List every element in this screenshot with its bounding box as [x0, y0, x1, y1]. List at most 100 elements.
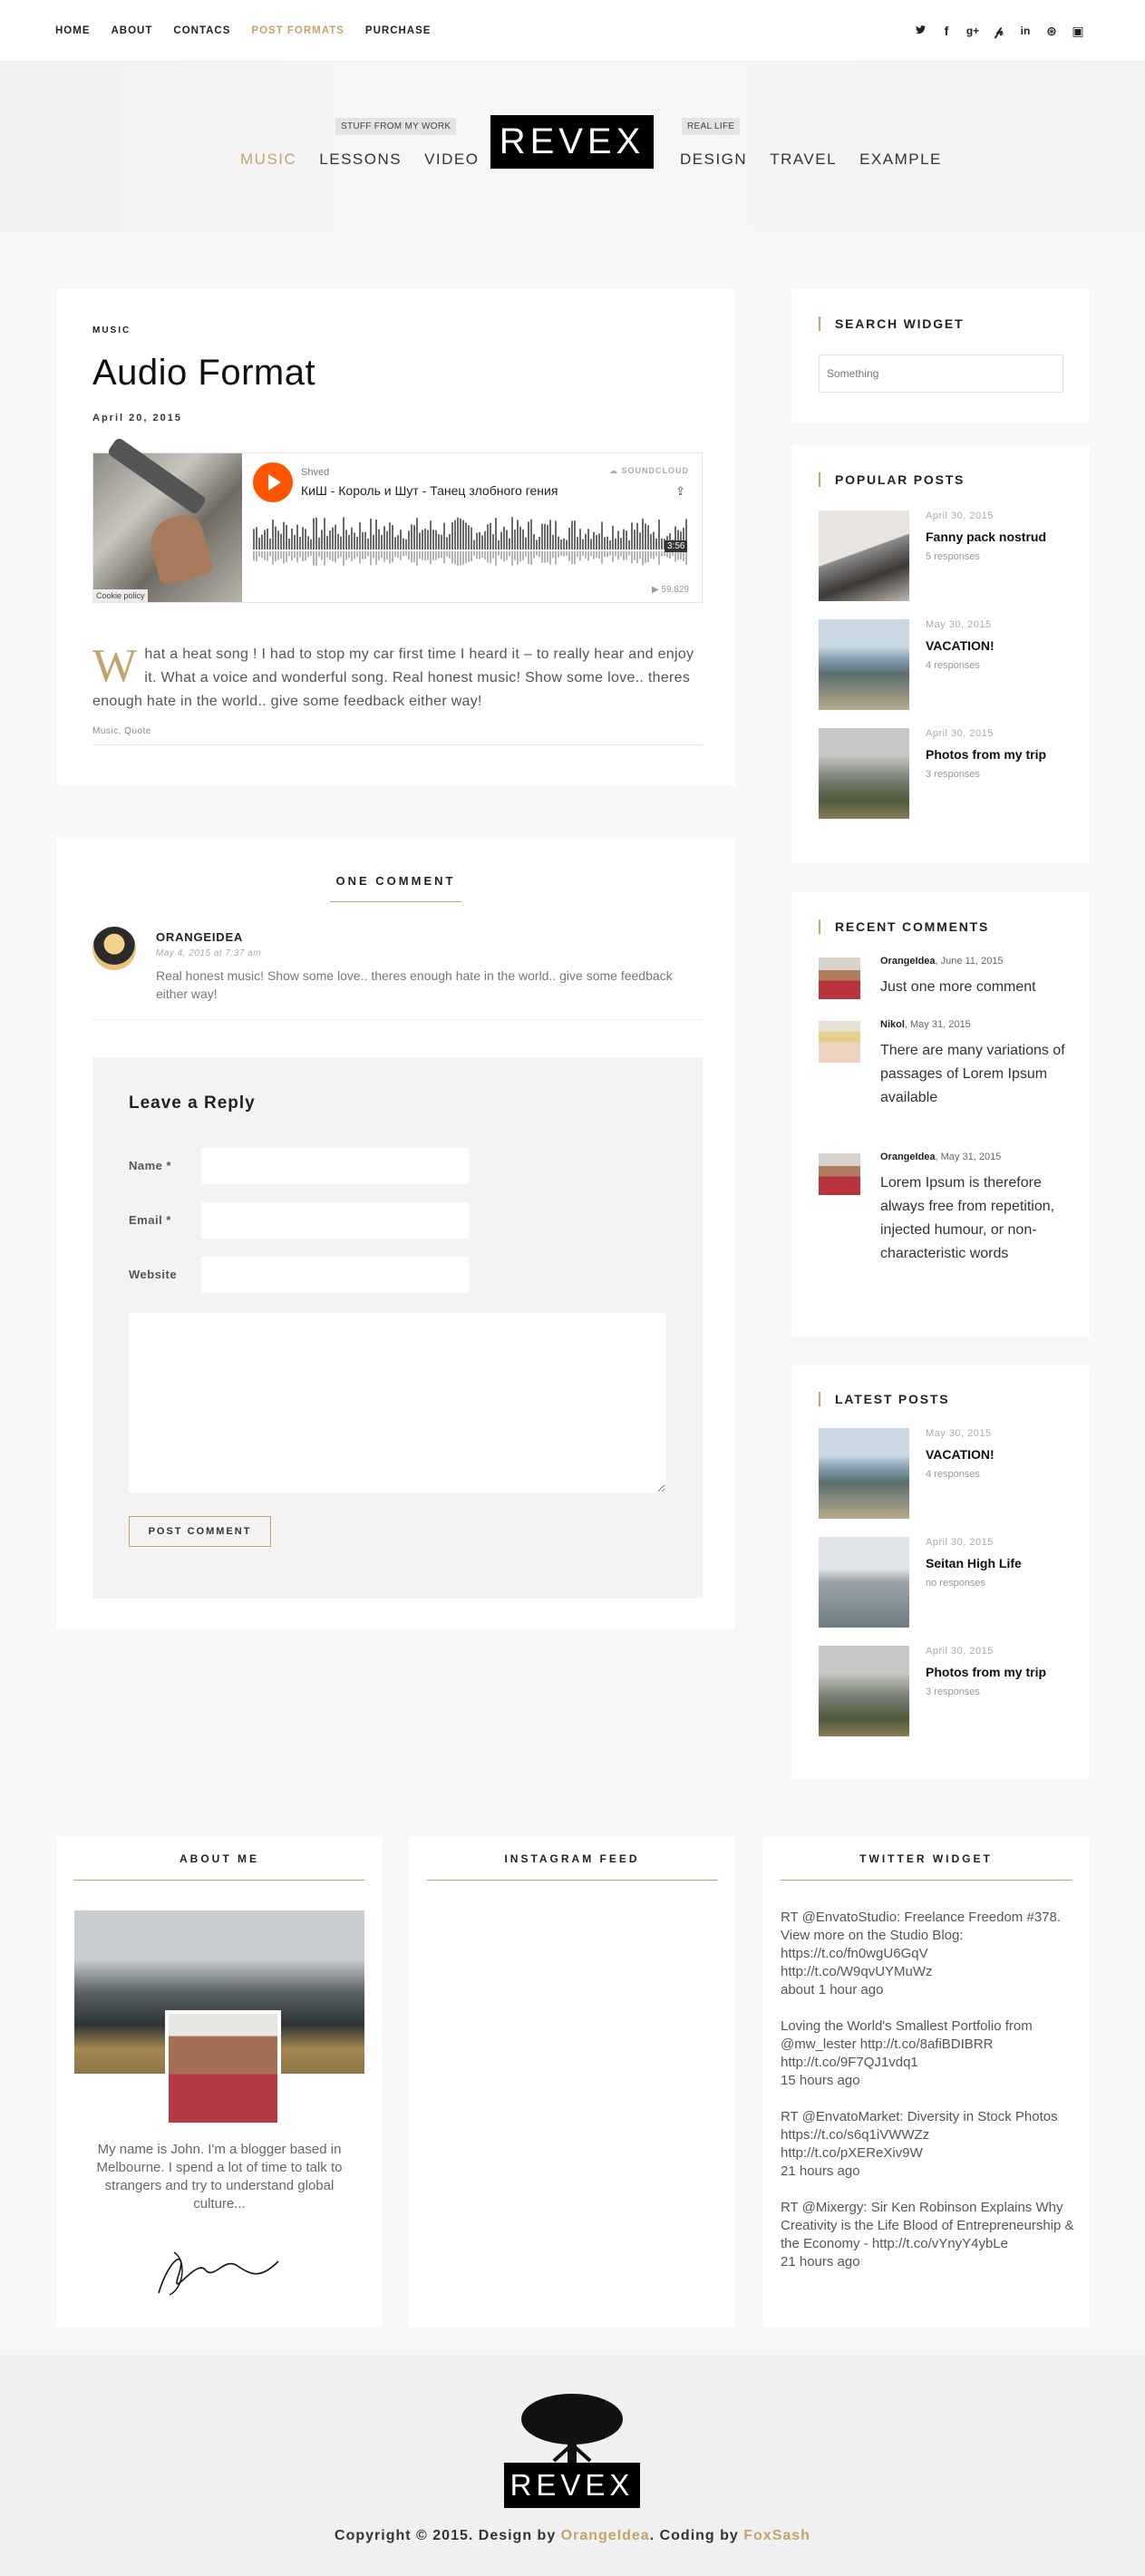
nav-purchase[interactable]: PURCHASE	[365, 25, 432, 36]
post-link[interactable]: Seitan High Life	[926, 1556, 1022, 1570]
post-thumbnail[interactable]	[819, 619, 909, 710]
waveform-bar	[634, 530, 636, 549]
post-tags[interactable]: Music, Quote	[92, 726, 151, 736]
waveform-bar	[449, 533, 451, 549]
post-link[interactable]: Fanny pack nostrud	[926, 530, 1046, 544]
post-link[interactable]: VACATION!	[926, 638, 995, 653]
twitter-icon[interactable]	[913, 24, 927, 38]
email-field[interactable]	[201, 1202, 469, 1239]
waveform-bar	[394, 537, 396, 549]
post-link[interactable]: Photos from my trip	[926, 747, 1046, 762]
post-thumbnail[interactable]	[819, 728, 909, 819]
comment-avatar	[819, 1021, 860, 1063]
search-input[interactable]	[819, 355, 1063, 393]
comment-author[interactable]: ORANGEIDEA	[156, 930, 243, 944]
nav-music[interactable]: MUSIC	[240, 151, 296, 169]
comment-author[interactable]: OrangeIdea	[880, 956, 936, 967]
comment-date[interactable]: May 4, 2015 at 7:37 am	[156, 948, 261, 958]
nav-post-formats[interactable]: POST FORMATS	[251, 25, 344, 36]
tweet-text[interactable]: RT @EnvatoStudio: Freelance Freedom #378…	[781, 1909, 1075, 1981]
waveform-reflection	[438, 551, 440, 559]
nav-home[interactable]: HOME	[55, 25, 91, 36]
waveform-reflection	[571, 551, 573, 565]
waveform-bar	[288, 539, 290, 549]
cookie-policy-link[interactable]: Cookie policy	[93, 589, 148, 602]
play-icon[interactable]	[253, 462, 293, 502]
nav-design[interactable]: DESIGN	[680, 151, 747, 169]
facebook-icon[interactable]: f	[939, 24, 954, 38]
coder-link[interactable]: FoxSash	[743, 2528, 810, 2543]
coding-text: . Coding by	[649, 2528, 744, 2543]
post-comment-button[interactable]: POST COMMENT	[129, 1516, 271, 1547]
recent-comments-widget: RECENT COMMENTS OrangeIdea, June 11, 201…	[791, 892, 1090, 1337]
waveform-bar	[615, 538, 616, 549]
name-field[interactable]	[201, 1148, 469, 1184]
waveform-reflection	[615, 551, 616, 557]
waveform-bar	[277, 530, 279, 549]
comment-link[interactable]: There are many variations of passages of…	[880, 1039, 1071, 1110]
website-field[interactable]	[201, 1257, 469, 1293]
waveform-bar	[427, 530, 429, 549]
waveform-bar	[424, 529, 426, 549]
post-thumbnail[interactable]	[819, 1646, 909, 1736]
waveform-bar	[343, 517, 344, 549]
post-thumbnail[interactable]	[819, 1537, 909, 1628]
nav-contacs[interactable]: CONTACS	[173, 25, 230, 36]
tweet-text[interactable]: RT @EnvatoMarket: Diversity in Stock Pho…	[781, 2108, 1075, 2163]
waveform-reflection	[669, 551, 671, 559]
waveform-reflection	[451, 551, 453, 564]
post-thumbnail[interactable]	[819, 1428, 909, 1519]
share-icon[interactable]: ⇪	[675, 484, 685, 499]
waveform-reflection	[471, 551, 472, 561]
post-thumbnail[interactable]	[819, 510, 909, 601]
waveform-reflection	[481, 551, 483, 559]
waveform-reflection	[424, 551, 426, 561]
nav-lessons[interactable]: LESSONS	[319, 151, 402, 169]
waveform-reflection	[340, 551, 342, 558]
dribbble-icon[interactable]: ⊛	[1044, 24, 1059, 39]
waveform-bar	[272, 520, 274, 549]
waveform-reflection	[449, 551, 451, 559]
waveform-reflection	[601, 551, 603, 564]
comment-textarea[interactable]	[129, 1313, 665, 1492]
tweet-text[interactable]: Loving the World's Smallest Portfolio fr…	[781, 2017, 1075, 2072]
comment-link[interactable]: Just one more comment	[880, 976, 1071, 999]
comment-author[interactable]: OrangeIdea	[880, 1152, 936, 1162]
linkedin-icon[interactable]: in	[1018, 24, 1033, 37]
comment-link[interactable]: Lorem Ipsum is therefore always free fro…	[880, 1171, 1071, 1266]
waveform-bar	[362, 531, 364, 549]
tweet-text[interactable]: RT @Mixergy: Sir Ken Robinson Explains W…	[781, 2199, 1075, 2253]
comment-author[interactable]: Nikol	[880, 1019, 905, 1030]
post-category[interactable]: MUSIC	[92, 326, 131, 335]
post-link[interactable]: VACATION!	[926, 1447, 995, 1462]
nav-example[interactable]: EXAMPLE	[859, 151, 942, 169]
waveform-reflection	[364, 551, 366, 559]
waveform-bar	[500, 531, 502, 549]
waveform-reflection	[677, 551, 679, 560]
nav-about[interactable]: ABOUT	[112, 25, 153, 36]
pinterest-icon[interactable]: 𝓅	[992, 24, 1006, 39]
soundcloud-logo[interactable]: ☁ SOUNDCLOUD	[609, 466, 689, 476]
youtube-icon[interactable]: ▣	[1071, 24, 1085, 39]
nav-travel[interactable]: TRAVEL	[770, 151, 837, 169]
waveform-bar	[258, 537, 260, 549]
site-logo[interactable]: REVEX	[490, 115, 654, 169]
nav-video[interactable]: VIDEO	[424, 151, 479, 169]
post-title[interactable]: Audio Format	[92, 353, 315, 394]
waveform-bar	[487, 524, 489, 549]
post-date: April 30, 2015	[926, 728, 994, 739]
waveform-reflection	[558, 551, 559, 558]
post-link[interactable]: Photos from my trip	[926, 1665, 1046, 1679]
waveform-bar	[264, 530, 266, 549]
designer-link[interactable]: OrangeIdea	[561, 2528, 650, 2543]
track-user[interactable]: Shved	[301, 467, 329, 478]
waveform[interactable]	[253, 517, 692, 569]
footer-logo[interactable]: REVEX	[504, 2463, 640, 2508]
track-title[interactable]: КиШ - Король и Шут - Танец злобного гени…	[301, 483, 558, 498]
waveform-reflection	[498, 551, 500, 556]
waveform-bar	[558, 536, 559, 549]
waveform-reflection	[661, 551, 663, 557]
google-plus-icon[interactable]: g+	[965, 24, 980, 37]
post-responses: 5 responses	[926, 551, 980, 562]
waveform-bar	[261, 534, 263, 549]
